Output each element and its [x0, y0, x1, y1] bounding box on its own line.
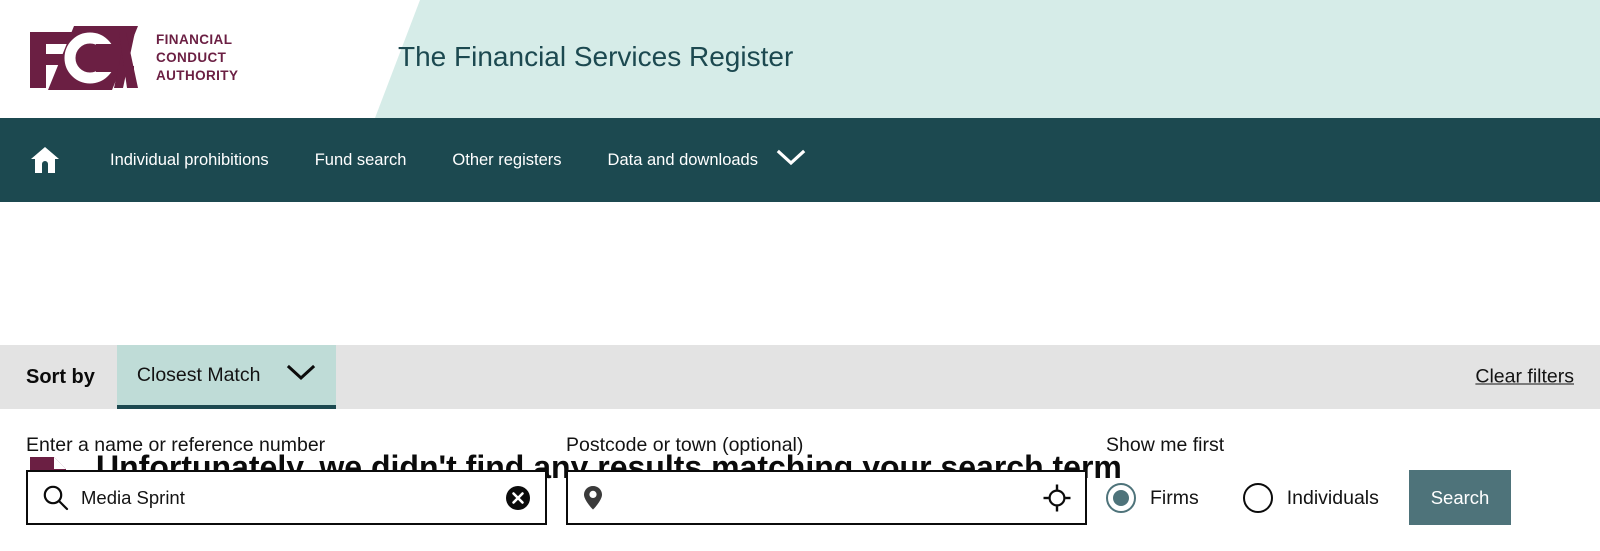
sort-by-selected-value: Closest Match	[136, 363, 261, 386]
main-navigation: Individual prohibitions Fund search Othe…	[0, 118, 1600, 202]
clear-icon[interactable]	[505, 485, 531, 511]
locate-crosshair-icon[interactable]	[1043, 484, 1071, 512]
sort-bar: Sort by Closest Match Clear filters	[0, 345, 1600, 409]
nav-item-label: Fund search	[314, 150, 407, 169]
sort-by-label: Sort by	[26, 365, 95, 388]
page-title: The Financial Services Register	[398, 41, 794, 72]
chevron-down-icon	[286, 364, 316, 387]
name-search-field[interactable]	[26, 470, 547, 525]
show-me-first-radio-group: Firms Individuals	[1106, 483, 1379, 513]
home-icon[interactable]	[22, 139, 68, 181]
site-header: FINANCIAL CONDUCT AUTHORITY The Financia…	[0, 0, 1600, 118]
radio-option-individuals[interactable]: Individuals	[1242, 483, 1379, 513]
postcode-search-field[interactable]	[566, 470, 1087, 525]
search-button[interactable]: Search	[1409, 470, 1511, 525]
nav-item-fund-search[interactable]: Fund search	[315, 151, 407, 170]
radio-individuals-indicator[interactable]	[1242, 483, 1273, 513]
search-icon	[42, 484, 69, 511]
map-pin-icon	[582, 484, 604, 512]
fca-logo[interactable]: FINANCIAL CONDUCT AUTHORITY	[22, 22, 238, 94]
clear-filters-link[interactable]: Clear filters	[1475, 366, 1574, 389]
postcode-input[interactable]	[616, 486, 1043, 509]
nav-item-other-registers[interactable]: Other registers	[452, 151, 561, 170]
sort-by-dropdown[interactable]: Closest Match	[116, 345, 337, 409]
show-me-first-label: Show me first	[1106, 434, 1225, 456]
radio-firms-indicator[interactable]	[1106, 483, 1136, 513]
nav-item-data-and-downloads[interactable]: Data and downloads	[608, 149, 806, 172]
search-panel: Enter a name or reference number Postcod…	[0, 202, 1600, 525]
chevron-down-icon	[776, 149, 806, 172]
name-field-label: Enter a name or reference number	[26, 434, 326, 456]
radio-option-firms[interactable]: Firms	[1106, 483, 1199, 513]
fca-logo-mark	[22, 22, 142, 94]
fca-logo-wordmark: FINANCIAL CONDUCT AUTHORITY	[156, 32, 239, 83]
search-input[interactable]	[81, 486, 505, 509]
radio-firms-label: Firms	[1150, 486, 1199, 509]
nav-item-individual-prohibitions[interactable]: Individual prohibitions	[110, 151, 269, 170]
radio-individuals-label: Individuals	[1286, 486, 1379, 509]
nav-item-label: Data and downloads	[607, 150, 758, 169]
postcode-field-label: Postcode or town (optional)	[566, 434, 804, 456]
nav-item-label: Individual prohibitions	[110, 150, 269, 169]
nav-item-label: Other registers	[452, 150, 562, 169]
page-root: FINANCIAL CONDUCT AUTHORITY The Financia…	[0, 0, 1600, 551]
